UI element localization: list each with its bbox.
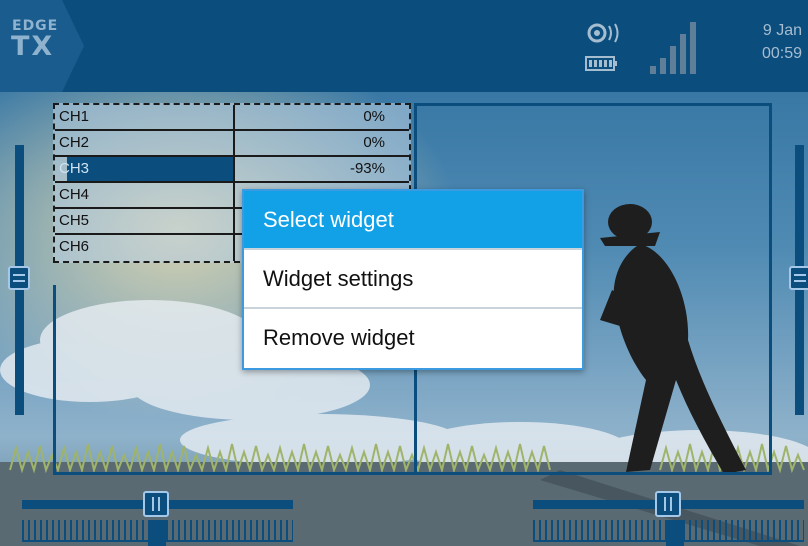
channel-divider (233, 131, 235, 155)
radio-screen: EDGE TX 9 Jan 00:59 CH1 0% CH2 0% CH3 -9… (0, 0, 808, 546)
menu-item-widget-settings[interactable]: Widget settings (244, 250, 582, 309)
widget-context-menu: Select widget Widget settings Remove wid… (242, 189, 584, 370)
channel-divider (233, 157, 235, 181)
channel-divider (233, 183, 235, 207)
left-trim-thumb[interactable] (8, 266, 30, 290)
left-pot-marker (148, 520, 166, 546)
channel-label: CH4 (59, 186, 90, 203)
right-horizontal-thumb[interactable] (655, 491, 681, 517)
left-horizontal-thumb[interactable] (143, 491, 169, 517)
date-label: 9 Jan (762, 22, 802, 39)
rssi-signal-icon (650, 22, 696, 74)
channel-label: CH3 (59, 160, 90, 177)
channel-label: CH6 (59, 238, 90, 255)
battery-icon (585, 56, 617, 71)
channel-label: CH5 (59, 212, 90, 229)
channel-divider (233, 235, 235, 261)
menu-item-select-widget[interactable]: Select widget (244, 191, 582, 250)
right-pot-marker (666, 520, 684, 546)
channel-value: -93% (349, 160, 385, 177)
channel-value: 0% (363, 108, 385, 125)
channel-bar (67, 157, 233, 181)
time-label: 00:59 (761, 45, 802, 62)
menu-item-remove-widget[interactable]: Remove widget (244, 309, 582, 368)
channel-row: CH2 0% (55, 131, 409, 157)
channel-row: CH1 0% (55, 105, 409, 131)
channel-row: CH3 -93% (55, 157, 409, 183)
channel-value: 0% (363, 134, 385, 151)
right-trim-thumb[interactable] (789, 266, 808, 290)
channel-divider (233, 105, 235, 129)
channel-divider (233, 209, 235, 233)
volume-icon (587, 23, 619, 43)
channel-label: CH2 (59, 134, 90, 151)
edgetx-logo-bottom: TX (11, 31, 55, 62)
channel-label: CH1 (59, 108, 90, 125)
